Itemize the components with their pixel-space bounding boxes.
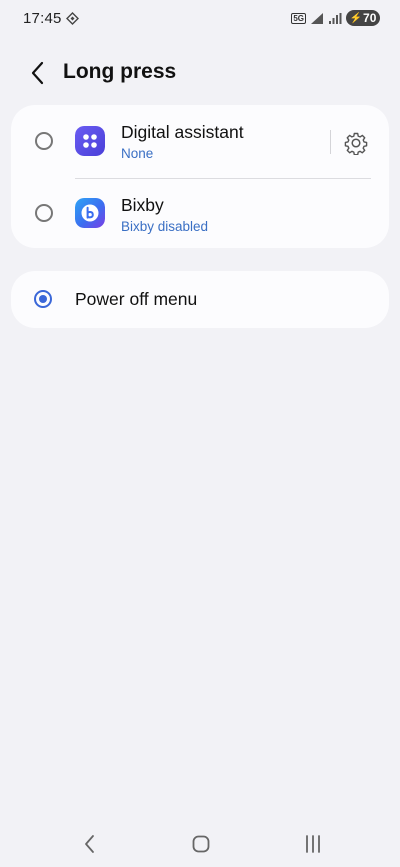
signal-icon-2 xyxy=(329,12,342,24)
recents-icon[interactable] xyxy=(299,832,327,856)
digital-assistant-icon xyxy=(75,126,105,156)
navigation-bar xyxy=(0,820,400,867)
power-option-card: Power off menu xyxy=(11,271,389,328)
status-bar: 17:45 5G ⚡ 70 xyxy=(0,0,400,36)
bixby-icon xyxy=(75,198,105,228)
option-digital-assistant[interactable]: Digital assistant None xyxy=(11,105,389,178)
home-icon[interactable] xyxy=(187,832,215,856)
battery-indicator: ⚡ 70 xyxy=(346,10,380,26)
digital-assistant-value: None xyxy=(121,146,154,161)
back-icon[interactable] xyxy=(76,832,104,856)
back-arrow-icon[interactable] xyxy=(26,60,50,86)
page-title: Long press xyxy=(63,60,177,83)
status-icons: 5G ⚡ 70 xyxy=(291,9,380,27)
notification-icon xyxy=(66,12,79,25)
bixby-label: Bixby xyxy=(121,195,164,215)
assistant-options-card: Digital assistant None Bixby Bixby disab… xyxy=(11,105,389,248)
status-time: 17:45 xyxy=(23,10,62,27)
option-power-off-menu[interactable]: Power off menu xyxy=(11,271,389,328)
option-bixby[interactable]: Bixby Bixby disabled xyxy=(11,179,389,248)
vertical-divider xyxy=(330,130,331,154)
network-type: 5G xyxy=(291,12,306,24)
digital-assistant-label: Digital assistant xyxy=(121,122,244,142)
battery-level: 70 xyxy=(363,11,377,25)
signal-icon xyxy=(311,12,323,24)
gear-icon[interactable] xyxy=(344,131,368,155)
radio-power-off-menu[interactable] xyxy=(34,290,52,308)
page-header: Long press xyxy=(0,55,400,91)
radio-digital-assistant[interactable] xyxy=(35,132,53,150)
battery-bolt-icon: ⚡ xyxy=(349,12,363,24)
radio-bixby[interactable] xyxy=(35,204,53,222)
bixby-status: Bixby disabled xyxy=(121,219,209,234)
power-off-menu-label: Power off menu xyxy=(75,289,198,309)
